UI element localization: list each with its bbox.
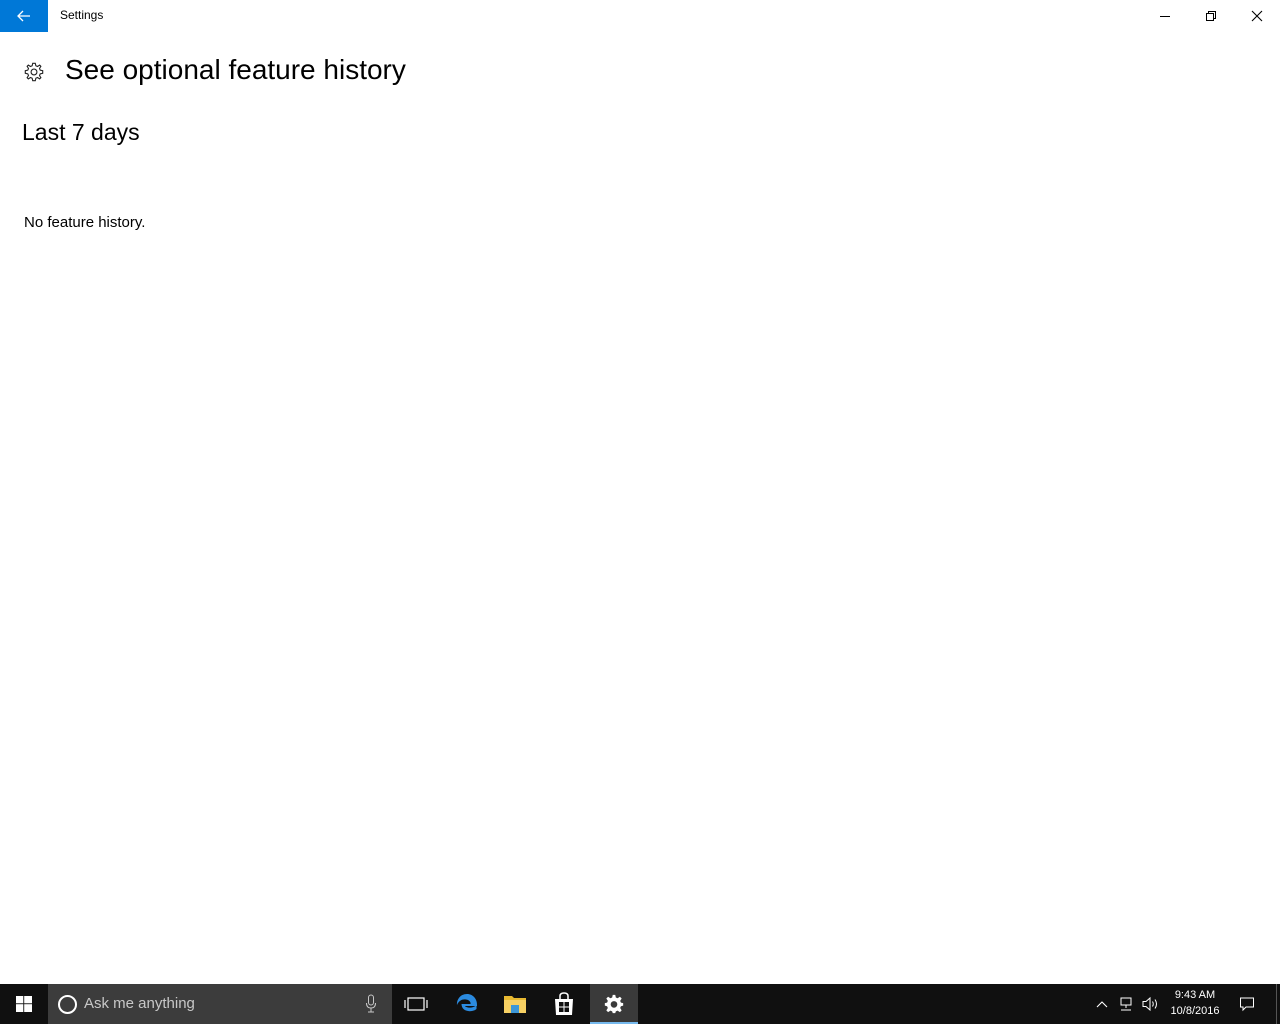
- clock[interactable]: 9:43 AM 10/8/2016: [1162, 987, 1228, 1019]
- network-icon: [1120, 997, 1132, 1011]
- file-explorer-icon: [504, 996, 526, 1013]
- action-center-button[interactable]: [1236, 984, 1258, 1024]
- minimize-icon: [1160, 16, 1170, 17]
- store-button[interactable]: [540, 984, 588, 1024]
- show-hidden-icons-button[interactable]: [1090, 984, 1114, 1024]
- cortana-icon: [58, 995, 77, 1014]
- clock-time: 9:43 AM: [1174, 989, 1216, 1001]
- section-title: Last 7 days: [22, 119, 140, 145]
- clock-date: 10/8/2016: [1170, 1005, 1220, 1017]
- back-arrow-icon: [17, 10, 30, 22]
- network-button[interactable]: [1115, 984, 1137, 1024]
- page-title: See optional feature history: [65, 54, 406, 85]
- restore-icon: [1206, 11, 1216, 21]
- edge-button[interactable]: [443, 984, 491, 1024]
- gear-icon: [24, 62, 44, 82]
- task-view-icon: [404, 997, 428, 1011]
- task-view-button[interactable]: [392, 984, 440, 1024]
- window-title: Settings: [60, 8, 104, 22]
- settings-icon: [604, 994, 624, 1014]
- search-placeholder: Ask me anything: [84, 995, 195, 1012]
- minimize-button[interactable]: [1142, 0, 1188, 32]
- back-button[interactable]: [0, 0, 48, 32]
- empty-history-message: No feature history.: [24, 214, 146, 231]
- volume-icon: [1142, 996, 1157, 1012]
- file-explorer-button[interactable]: [491, 984, 539, 1024]
- windows-logo-icon: [16, 996, 32, 1012]
- show-desktop-button[interactable]: [1276, 984, 1280, 1024]
- chevron-up-icon: [1096, 1001, 1108, 1008]
- close-button[interactable]: [1234, 0, 1280, 32]
- taskbar: Ask me anything 9:43 AM 10/8/2016: [0, 984, 1280, 1024]
- microphone-icon[interactable]: [364, 994, 378, 1014]
- start-button[interactable]: [0, 984, 48, 1024]
- store-icon: [555, 992, 573, 1015]
- volume-button[interactable]: [1140, 984, 1162, 1024]
- edge-icon: [456, 994, 478, 1012]
- action-center-icon: [1240, 997, 1254, 1012]
- restore-button[interactable]: [1188, 0, 1234, 32]
- title-bar: Settings: [0, 0, 1280, 32]
- search-box[interactable]: Ask me anything: [48, 984, 392, 1024]
- settings-taskbar-button[interactable]: [590, 984, 638, 1024]
- close-icon: [1251, 10, 1263, 22]
